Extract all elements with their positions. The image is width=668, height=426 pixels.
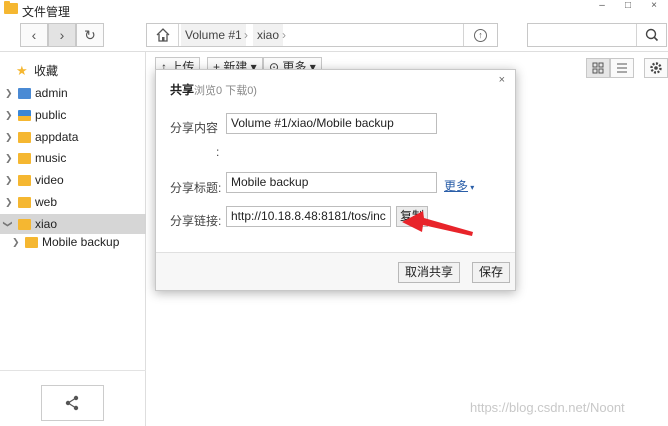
share-button[interactable] — [41, 385, 104, 421]
up-arrow-icon: ↑ — [474, 29, 487, 43]
expand-arrow-icon[interactable]: ❯ — [5, 192, 13, 212]
grid-view-button[interactable] — [586, 58, 610, 78]
dialog-close-button[interactable]: × — [499, 74, 505, 86]
list-view-icon — [617, 63, 627, 73]
sidebar-item-label: xiao — [35, 217, 58, 231]
sidebar-item-video[interactable]: ❯ video — [0, 170, 146, 190]
folder-icon — [18, 153, 31, 164]
maximize-button[interactable]: □ — [614, 0, 642, 14]
gear-icon — [650, 62, 662, 74]
folder-icon — [18, 219, 31, 230]
close-window-button[interactable]: × — [640, 0, 668, 14]
share-content-label: 分享内容 — [170, 121, 219, 135]
breadcrumb-xiao[interactable]: xiao — [253, 24, 284, 46]
sidebar-item-web[interactable]: ❯ web — [0, 192, 146, 212]
folder-icon — [18, 197, 31, 208]
home-button[interactable] — [147, 24, 179, 46]
sidebar-item-label: music — [35, 151, 67, 165]
search-icon — [645, 28, 659, 42]
breadcrumb-separator-icon: › — [282, 28, 286, 42]
sidebar-item-label: Mobile backup — [42, 235, 120, 249]
app-title: 文件管理 — [22, 5, 71, 19]
share-link-field[interactable]: http://10.18.8.48:8181/tos/inc — [226, 206, 391, 227]
sidebar-item-admin[interactable]: ❯ admin — [0, 83, 146, 103]
collapse-arrow-icon[interactable]: ❯ — [0, 220, 18, 228]
refresh-button[interactable]: ↻ — [76, 23, 104, 47]
breadcrumb-volume[interactable]: Volume #1 — [181, 24, 246, 46]
main-toolbar: ‹ › ↻ Volume #1 › xiao › ↑ — [0, 20, 668, 52]
sidebar-item-xiao[interactable]: ❯ xiao — [0, 214, 146, 234]
share-title-field[interactable]: Mobile backup — [226, 172, 437, 193]
breadcrumb-separator-icon: › — [244, 28, 248, 42]
watermark: https://blog.csdn.net/Noont — [470, 400, 625, 415]
sidebar-tree: ★ 收藏 ❯ admin ❯ public ❯ appdata ❯ music … — [0, 52, 146, 426]
expand-arrow-icon[interactable]: ❯ — [12, 232, 20, 252]
sidebar-item-label: admin — [35, 86, 68, 100]
list-view-button[interactable] — [610, 58, 634, 78]
share-content-colon: : — [216, 145, 220, 159]
sidebar-item-label: appdata — [35, 130, 79, 144]
minimize-button[interactable]: – — [588, 0, 616, 14]
folder-icon — [18, 175, 31, 186]
sidebar-item-label: web — [35, 195, 58, 209]
expand-arrow-icon[interactable]: ❯ — [5, 127, 13, 147]
title-bar: 文件管理 – □ × — [0, 0, 668, 20]
parent-folder-button[interactable]: ↑ — [463, 24, 497, 46]
share-dialog: 共享浏览0 下载0) × 分享内容 : Volume #1/xiao/Mobil… — [155, 69, 516, 291]
user-folder-icon — [18, 88, 31, 99]
share-content-field[interactable]: Volume #1/xiao/Mobile backup — [226, 113, 437, 134]
forward-button[interactable]: › — [48, 23, 76, 47]
sidebar-item-label: 收藏 — [34, 64, 59, 78]
search-box — [527, 23, 667, 47]
share-link-label: 分享链接: — [170, 214, 222, 228]
folder-app-icon — [4, 1, 18, 14]
dialog-stats: 浏览0 下载0) — [194, 85, 257, 97]
home-icon — [156, 28, 170, 42]
sidebar-item-public[interactable]: ❯ public — [0, 105, 146, 125]
sidebar-item-label: video — [35, 173, 64, 187]
search-input[interactable] — [530, 26, 630, 44]
share-icon — [65, 395, 79, 411]
folder-icon — [18, 132, 31, 143]
cancel-share-button[interactable]: 取消共享 — [398, 262, 460, 283]
search-button[interactable] — [636, 24, 666, 46]
public-folder-icon — [18, 110, 31, 121]
copy-button[interactable]: 复制 — [396, 206, 428, 227]
save-button[interactable]: 保存 — [472, 262, 510, 283]
expand-arrow-icon[interactable]: ❯ — [5, 148, 13, 168]
dialog-footer: 取消共享 保存 — [156, 252, 515, 290]
settings-button[interactable] — [644, 58, 668, 78]
sidebar-item-music[interactable]: ❯ music — [0, 148, 146, 168]
folder-icon — [25, 237, 38, 248]
dialog-title: 共享浏览0 下载0) — [170, 83, 257, 97]
expand-arrow-icon[interactable]: ❯ — [5, 170, 13, 190]
grid-view-icon — [592, 62, 604, 74]
sidebar-item-label: public — [35, 108, 67, 122]
sidebar-footer — [0, 370, 146, 426]
address-bar[interactable]: Volume #1 › xiao › ↑ — [146, 23, 498, 47]
sidebar-favorites[interactable]: ★ 收藏 — [0, 61, 146, 81]
expand-arrow-icon[interactable]: ❯ — [5, 83, 13, 103]
back-button[interactable]: ‹ — [20, 23, 48, 47]
sidebar-item-appdata[interactable]: ❯ appdata — [0, 127, 146, 147]
more-options-link[interactable]: 更多 ▾ — [444, 177, 474, 194]
star-icon: ★ — [16, 63, 28, 78]
expand-arrow-icon[interactable]: ❯ — [5, 105, 13, 125]
share-title-label: 分享标题: — [170, 181, 222, 195]
sidebar-item-mobile-backup[interactable]: ❯ Mobile backup — [0, 232, 146, 252]
